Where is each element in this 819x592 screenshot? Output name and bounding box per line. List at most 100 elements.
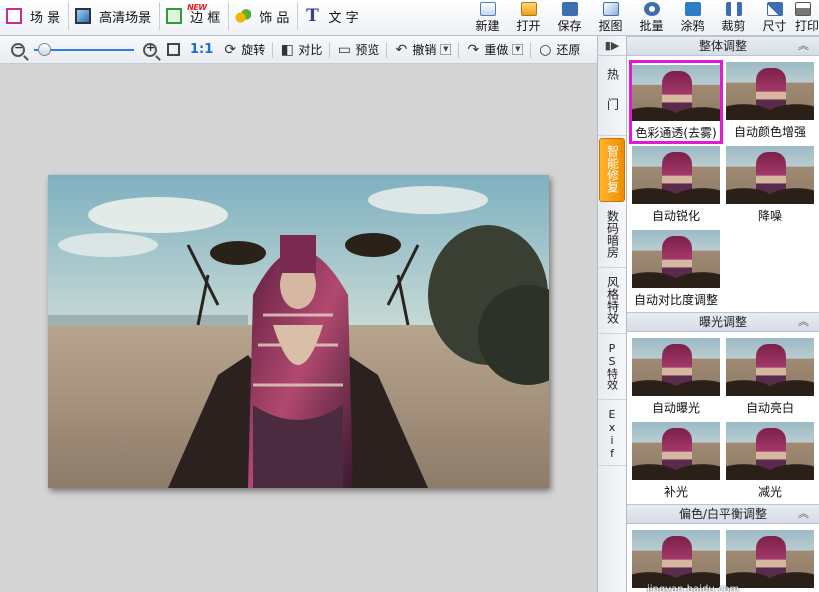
section-header-overall[interactable]: 整体调整 ︽	[627, 36, 819, 56]
restore-button[interactable]: ○ 还原	[533, 39, 585, 61]
cutout-button[interactable]: 抠图	[590, 0, 631, 34]
toolbar-divider	[272, 41, 274, 58]
compare-label: 对比	[298, 43, 323, 57]
text-icon: T	[306, 6, 319, 26]
menu-label: 文 字	[328, 10, 359, 26]
tab-smart-repair[interactable]: 智能修复	[599, 138, 625, 202]
menu-label: 边 框	[190, 10, 221, 26]
effect-thumbnail	[726, 338, 814, 396]
collapse-panel-button[interactable]: ▮▶	[598, 36, 626, 56]
menu-label: 场 景	[30, 10, 61, 26]
collapse-icon[interactable]: ︽	[798, 313, 809, 331]
redo-dropdown-icon[interactable]: ▼	[512, 44, 524, 55]
toolbar-divider	[329, 41, 331, 58]
preview-button[interactable]: ▭ 预览	[332, 39, 384, 61]
rotate-button[interactable]: ⟳ 旋转	[218, 39, 270, 61]
effect-label: 自动颜色增强	[733, 125, 806, 139]
undo-icon: ↶	[395, 41, 408, 58]
tab-exif[interactable]: Exif	[598, 402, 626, 466]
section-header-exposure[interactable]: 曝光调整 ︽	[627, 312, 819, 332]
tool-label: 涂鸦	[680, 19, 705, 33]
actual-size-button[interactable]: 1:1	[185, 39, 218, 61]
save-button[interactable]: 保存	[549, 0, 590, 34]
undo-label: 撤销	[412, 43, 437, 57]
zoom-in-button[interactable]: +	[138, 39, 162, 61]
resize-button[interactable]: 尺寸	[754, 0, 795, 34]
effect-label: 降噪	[757, 209, 782, 223]
section-title: 曝光调整	[698, 315, 747, 329]
restore-label: 还原	[556, 43, 581, 57]
effect-label: 自动对比度调整	[633, 293, 718, 307]
tool-label: 新建	[475, 19, 500, 33]
menu-text[interactable]: T 文 字	[298, 2, 366, 30]
effects-grid-overall: 色彩通透(去雾) 自动颜色增强 自动锐化 降噪 自动对比度调整	[627, 56, 819, 312]
compare-button[interactable]: ◧ 对比	[275, 39, 327, 61]
open-button[interactable]: 打开	[508, 0, 549, 34]
tab-style-effects[interactable]: 风格特效	[598, 270, 626, 334]
effect-fill-light[interactable]: 补光	[629, 420, 723, 504]
section-title: 整体调整	[698, 39, 747, 53]
crop-icon	[725, 2, 742, 16]
collapse-icon[interactable]: ︽	[798, 37, 809, 55]
zoom-slider[interactable]	[34, 42, 134, 57]
new-button[interactable]: 新建	[467, 0, 508, 34]
menu-decoration[interactable]: 饰 品	[229, 2, 299, 30]
effect-dehaze[interactable]: 色彩通透(去雾)	[629, 60, 723, 144]
menu-label: 高清场景	[99, 10, 152, 26]
effect-white-balance-2[interactable]	[723, 528, 817, 592]
effect-thumbnail	[632, 530, 720, 588]
menu-frame[interactable]: 边 框	[160, 2, 230, 30]
tab-ps-effects[interactable]: PS特效	[598, 336, 626, 400]
cutout-icon	[602, 2, 619, 16]
effect-reduce-light[interactable]: 减光	[723, 420, 817, 504]
batch-button[interactable]: 批量	[631, 0, 672, 34]
menu-label: 饰 品	[259, 10, 290, 26]
tab-digital-darkroom[interactable]: 数码暗房	[598, 204, 626, 268]
effect-auto-contrast[interactable]: 自动对比度调整	[629, 228, 723, 312]
fit-window-button[interactable]	[162, 39, 185, 61]
paint-button[interactable]: 涂鸦	[672, 0, 713, 34]
fit-window-icon	[167, 43, 180, 56]
effect-label: 自动亮白	[745, 401, 794, 415]
batch-icon	[643, 2, 660, 16]
menu-hd-scene[interactable]: 高清场景 NEW	[69, 2, 207, 30]
effect-auto-sharpen[interactable]: 自动锐化	[629, 144, 723, 228]
undo-button[interactable]: ↶ 撤销 ▼	[389, 39, 456, 61]
tab-label: 数码暗房	[605, 210, 620, 258]
resize-icon	[766, 2, 783, 16]
effect-denoise[interactable]: 降噪	[723, 144, 817, 228]
save-icon	[561, 2, 578, 16]
crop-button[interactable]: 裁剪	[713, 0, 754, 34]
zoom-out-button[interactable]: −	[6, 39, 30, 61]
collapse-icon[interactable]: ︽	[798, 505, 809, 523]
undo-dropdown-icon[interactable]: ▼	[440, 44, 452, 55]
effect-auto-color[interactable]: 自动颜色增强	[723, 60, 817, 144]
edited-photo	[48, 175, 549, 488]
scene-icon	[6, 8, 22, 24]
tool-label: 打印	[795, 19, 819, 33]
image-canvas[interactable]	[0, 64, 597, 592]
effects-grid-exposure: 自动曝光 自动亮白 补光 减光	[627, 332, 819, 504]
tab-label: 热门	[605, 68, 620, 128]
rotate-icon: ⟳	[224, 41, 237, 58]
effect-label: 减光	[757, 485, 782, 499]
zoom-out-icon: −	[11, 41, 25, 57]
redo-label: 重做	[484, 43, 509, 57]
zoom-slider-thumb[interactable]	[38, 42, 51, 56]
menu-scene[interactable]: 场 景	[0, 2, 70, 30]
hd-scene-icon	[75, 8, 92, 24]
tab-label: 风格特效	[605, 276, 620, 324]
print-button[interactable]: 打印	[795, 0, 819, 34]
tab-label: 智能修复	[605, 145, 620, 193]
effect-white-balance-1[interactable]	[629, 528, 723, 592]
print-icon	[795, 2, 811, 16]
effect-auto-exposure[interactable]: 自动曝光	[629, 336, 723, 420]
redo-button[interactable]: ↷ 重做 ▼	[461, 39, 528, 61]
restore-icon: ○	[539, 41, 552, 58]
tab-hot[interactable]: 热门	[598, 58, 626, 136]
section-header-white-balance[interactable]: 偏色/白平衡调整 ︽	[627, 504, 819, 524]
tool-label: 批量	[639, 19, 664, 33]
effect-auto-brighten[interactable]: 自动亮白	[723, 336, 817, 420]
tool-label: 保存	[557, 19, 582, 33]
effect-thumbnail	[632, 146, 720, 204]
